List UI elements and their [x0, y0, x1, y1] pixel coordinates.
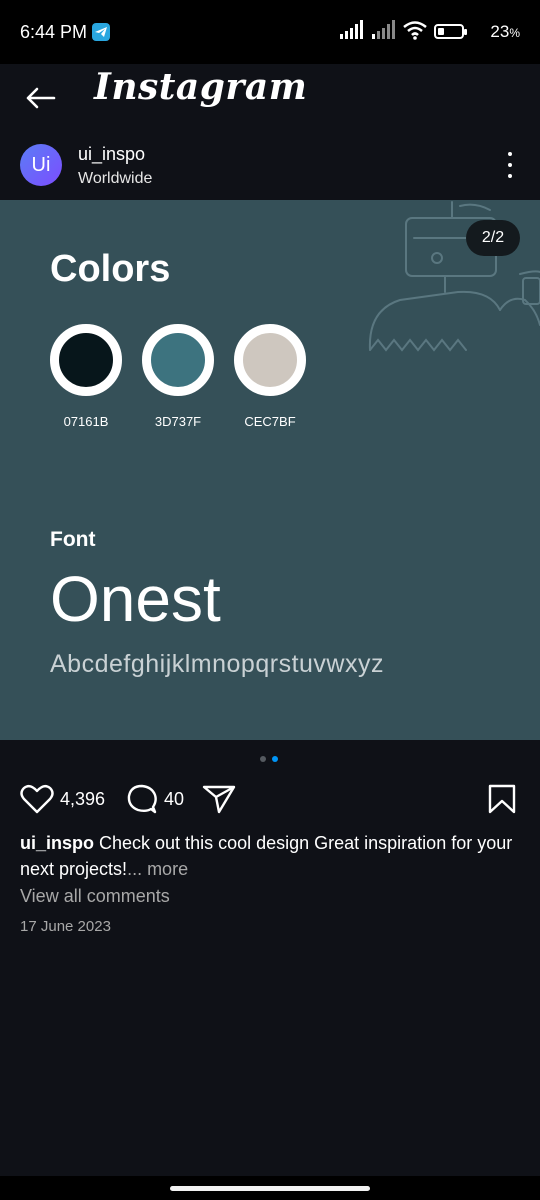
font-alphabet: Abcdefghijklmnopqrstuvwxyz: [50, 650, 384, 678]
comment-icon[interactable]: [126, 784, 158, 814]
system-nav-bar: [0, 1176, 540, 1200]
home-indicator[interactable]: [170, 1186, 370, 1191]
battery-percent: 23%: [490, 22, 520, 41]
wifi-icon: [403, 21, 427, 40]
color-swatch: [50, 324, 122, 396]
post-header: Ui ui_inspo Worldwide: [0, 134, 540, 200]
color-swatch: [234, 324, 306, 396]
carousel-counter: 2/2: [466, 220, 520, 256]
swatch-label: CEC7BF: [244, 414, 296, 429]
font-label: Font: [50, 528, 96, 551]
back-button[interactable]: [18, 76, 62, 120]
like-count[interactable]: 4,396: [60, 789, 105, 810]
status-bar: 6:44 PM 23%: [0, 0, 540, 64]
post-image[interactable]: 2/2 Colors 07161B 3D737F CEC7BF Font One…: [0, 200, 540, 740]
post-actions: 4,396 40: [0, 776, 540, 822]
status-icons: 23%: [340, 20, 520, 44]
battery-icon: [434, 24, 467, 39]
telegram-icon: [92, 23, 110, 41]
avatar[interactable]: Ui: [20, 144, 62, 186]
more-dot-icon: [508, 163, 512, 167]
more-dot-icon: [508, 152, 512, 156]
caption-username[interactable]: ui_inspo: [20, 833, 94, 853]
back-arrow-icon: [26, 87, 56, 109]
swatch-label: 07161B: [63, 414, 109, 429]
post-date: 17 June 2023: [20, 918, 111, 935]
signal-icon: [340, 20, 363, 39]
view-comments-link[interactable]: View all comments: [20, 886, 170, 907]
more-options-button[interactable]: [500, 150, 520, 180]
caption-text: Check out this cool design Great inspira…: [20, 833, 513, 879]
comment-count[interactable]: 40: [164, 789, 184, 810]
instagram-logo: Instagram: [94, 66, 308, 108]
more-dot-icon: [508, 174, 512, 178]
swatch-label: 3D737F: [154, 414, 202, 429]
colors-title: Colors: [50, 248, 171, 290]
color-swatch: [142, 324, 214, 396]
carousel-dot: [260, 756, 266, 762]
post-location[interactable]: Worldwide: [78, 170, 152, 188]
share-icon[interactable]: [202, 784, 236, 814]
heart-icon[interactable]: [20, 784, 54, 814]
status-time: 6:44 PM: [20, 22, 88, 42]
bookmark-icon[interactable]: [488, 784, 516, 814]
post-caption: ui_inspo Check out this cool design Grea…: [20, 830, 520, 882]
carousel-dot-active: [272, 756, 278, 762]
post-username[interactable]: ui_inspo: [78, 144, 145, 165]
font-name: Onest: [50, 563, 221, 635]
signal-icon: [372, 20, 395, 39]
app-header: Instagram: [0, 64, 540, 134]
caption-more-link[interactable]: ... more: [127, 859, 188, 879]
